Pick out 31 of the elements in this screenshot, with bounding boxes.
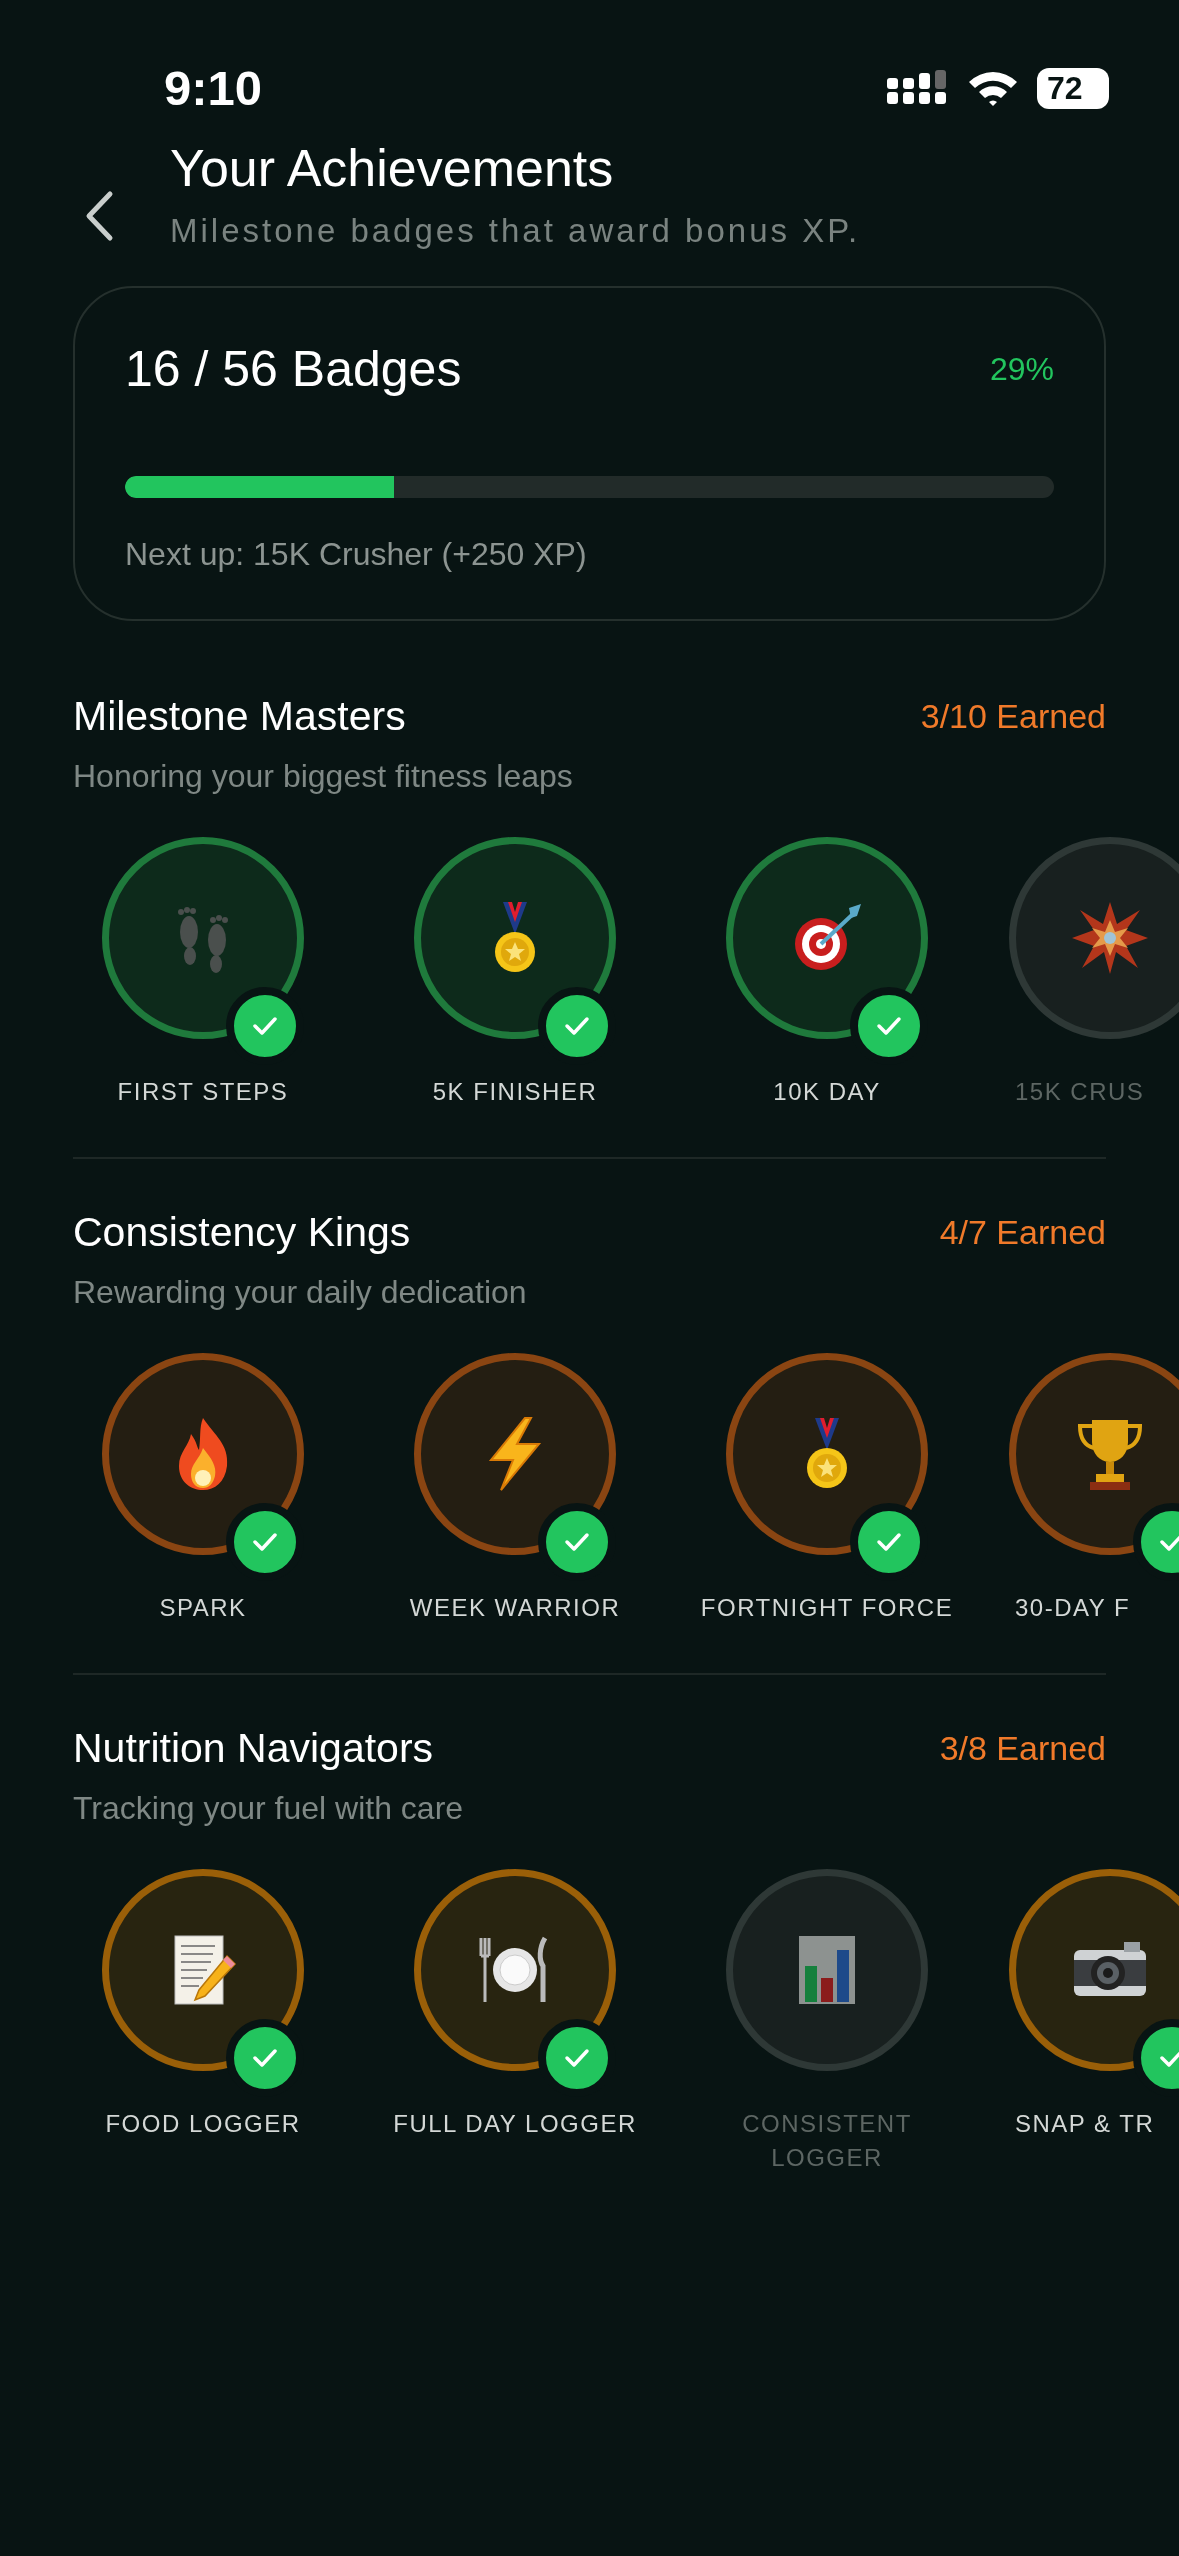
- status-time: 9:10: [164, 60, 263, 116]
- badge-label: SNAP & TR: [1014, 2109, 1155, 2139]
- signal-icon: [887, 70, 949, 106]
- section-title: Milestone Masters: [73, 693, 406, 740]
- back-button[interactable]: [84, 190, 114, 242]
- badge-label: 30-DAY F: [1014, 1593, 1131, 1623]
- badge-label: FIRST STEPS: [117, 1077, 289, 1107]
- earned-count: 4/7 Earned: [939, 1213, 1106, 1252]
- page-subtitle: Milestone badges that award bonus XP.: [170, 212, 861, 250]
- earned-count: 3/8 Earned: [939, 1729, 1106, 1768]
- badge-label: FULL DAY LOGGER: [393, 2109, 637, 2139]
- section-title: Nutrition Navigators: [73, 1725, 434, 1772]
- badge-label: WEEK WARRIOR: [409, 1593, 621, 1623]
- badge-label: 10K DAY: [773, 1077, 881, 1107]
- next-up-text: Next up: 15K Crusher (+250 XP): [125, 536, 588, 573]
- section-subtitle: Rewarding your daily dedication: [73, 1274, 528, 1311]
- page-title: Your Achievements: [170, 138, 615, 198]
- wifi-icon: [967, 69, 1019, 107]
- progress-percent: 29%: [989, 350, 1054, 388]
- badge-label: CONSISTENT LOGGER: [741, 2109, 913, 2173]
- earned-count: 3/10 Earned: [920, 697, 1106, 736]
- section-subtitle: Honoring your biggest fitness leaps: [73, 758, 574, 795]
- badge-label: SPARK: [159, 1593, 247, 1623]
- badge-label: 15K CRUS: [1014, 1077, 1145, 1107]
- badge-label: 5K FINISHER: [432, 1077, 598, 1107]
- badge-count: 16 / 56 Badges: [125, 340, 462, 398]
- badge-label: FOOD LOGGER: [105, 2109, 301, 2139]
- battery-level: 72: [1037, 67, 1109, 109]
- section-subtitle: Tracking your fuel with care: [73, 1790, 465, 1827]
- badge-label: FORTNIGHT FORCE: [700, 1593, 954, 1623]
- section-title: Consistency Kings: [73, 1209, 411, 1256]
